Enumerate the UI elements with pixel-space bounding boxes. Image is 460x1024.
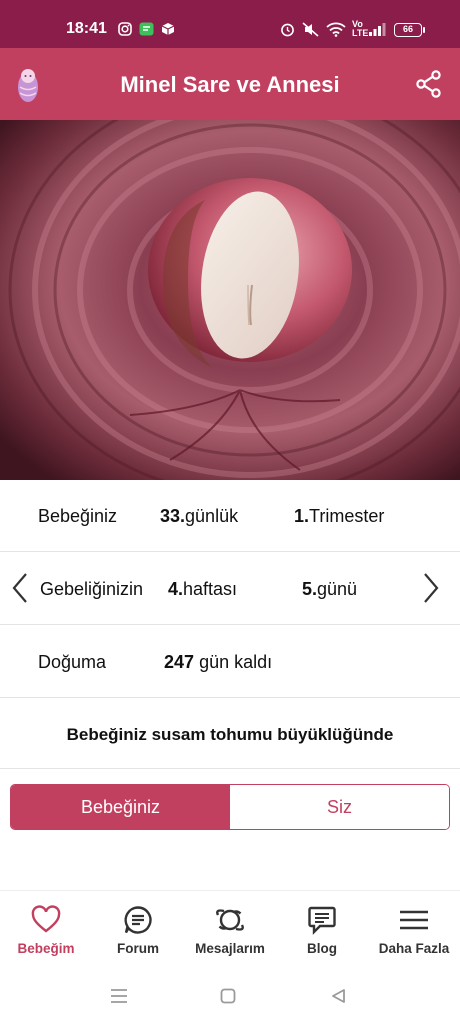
tab-you[interactable]: Siz: [230, 785, 449, 829]
week-label: Gebeliğinizin: [40, 579, 144, 599]
wifi-icon: [326, 22, 346, 37]
day-value: 5.günü: [302, 579, 358, 599]
embryo-image: [0, 120, 460, 480]
nav-item-blog[interactable]: Blog: [276, 891, 368, 973]
nav-item-forum[interactable]: Forum: [92, 891, 184, 973]
back-icon[interactable]: [330, 988, 346, 1004]
baby-size-text: Bebeğiniz susam tohumu büyüklüğünde: [66, 725, 394, 744]
nav-label-forum: Forum: [117, 941, 159, 956]
home-icon[interactable]: [220, 988, 236, 1004]
heart-icon: [31, 905, 61, 933]
forum-icon: [124, 906, 152, 934]
chevron-left-icon[interactable]: [9, 570, 31, 606]
age-row: Bebeğiniz 33.günlük 1.Trimester: [0, 480, 460, 552]
status-bar: 18:41 Vo LTE 66: [0, 0, 460, 48]
battery-icon: 66: [394, 23, 425, 37]
chevron-right-icon[interactable]: [420, 570, 442, 606]
baby-illustration: [0, 120, 460, 480]
app-header: Minel Sare ve Annesi: [0, 48, 460, 120]
status-time: 18:41: [66, 20, 107, 37]
page-title: Minel Sare ve Annesi: [120, 72, 340, 97]
blog-icon: [308, 906, 336, 935]
nav-item-bebegim[interactable]: Bebeğim: [0, 891, 92, 973]
signal-icon: [369, 23, 386, 36]
system-navigation-bar: [0, 972, 460, 1024]
share-icon[interactable]: [416, 70, 442, 98]
nav-item-mesajlarim[interactable]: Mesajlarım: [184, 891, 276, 973]
menu-icon: [400, 910, 428, 930]
nav-label-daha-fazla: Daha Fazla: [378, 941, 450, 956]
messages-planet-icon: [216, 909, 244, 931]
days-remaining: 247 gün kaldı: [164, 652, 273, 672]
due-row: Doğuma 247 gün kaldı: [0, 625, 460, 698]
instagram-icon: [118, 22, 132, 36]
network-type: Vo LTE: [352, 19, 369, 38]
trimester-value: 1.Trimester: [294, 506, 385, 526]
bottom-nav: Bebeğim Forum Mesajlarım Blog Daha Fazla: [0, 890, 460, 972]
recent-apps-icon[interactable]: [110, 988, 128, 1004]
segmented-control: Bebeğiniz Siz: [10, 784, 450, 830]
age-label: Bebeğiniz: [38, 506, 118, 526]
week-value: 4.haftası: [168, 579, 238, 599]
age-days: 33.günlük: [160, 506, 239, 526]
week-row: Gebeliğinizin 4.haftası 5.günü: [0, 552, 460, 625]
messages-icon: [139, 22, 154, 36]
nav-label-bebegim: Bebeğim: [17, 941, 75, 956]
mute-icon: [302, 22, 319, 37]
due-label: Doğuma: [38, 652, 107, 672]
nav-label-mesajlarim: Mesajlarım: [195, 941, 265, 956]
nav-label-blog: Blog: [307, 941, 337, 956]
tab-baby[interactable]: Bebeğiniz: [11, 785, 230, 829]
nav-item-daha-fazla[interactable]: Daha Fazla: [368, 891, 460, 973]
box-icon: [161, 23, 175, 35]
alarm-icon: [281, 23, 294, 37]
